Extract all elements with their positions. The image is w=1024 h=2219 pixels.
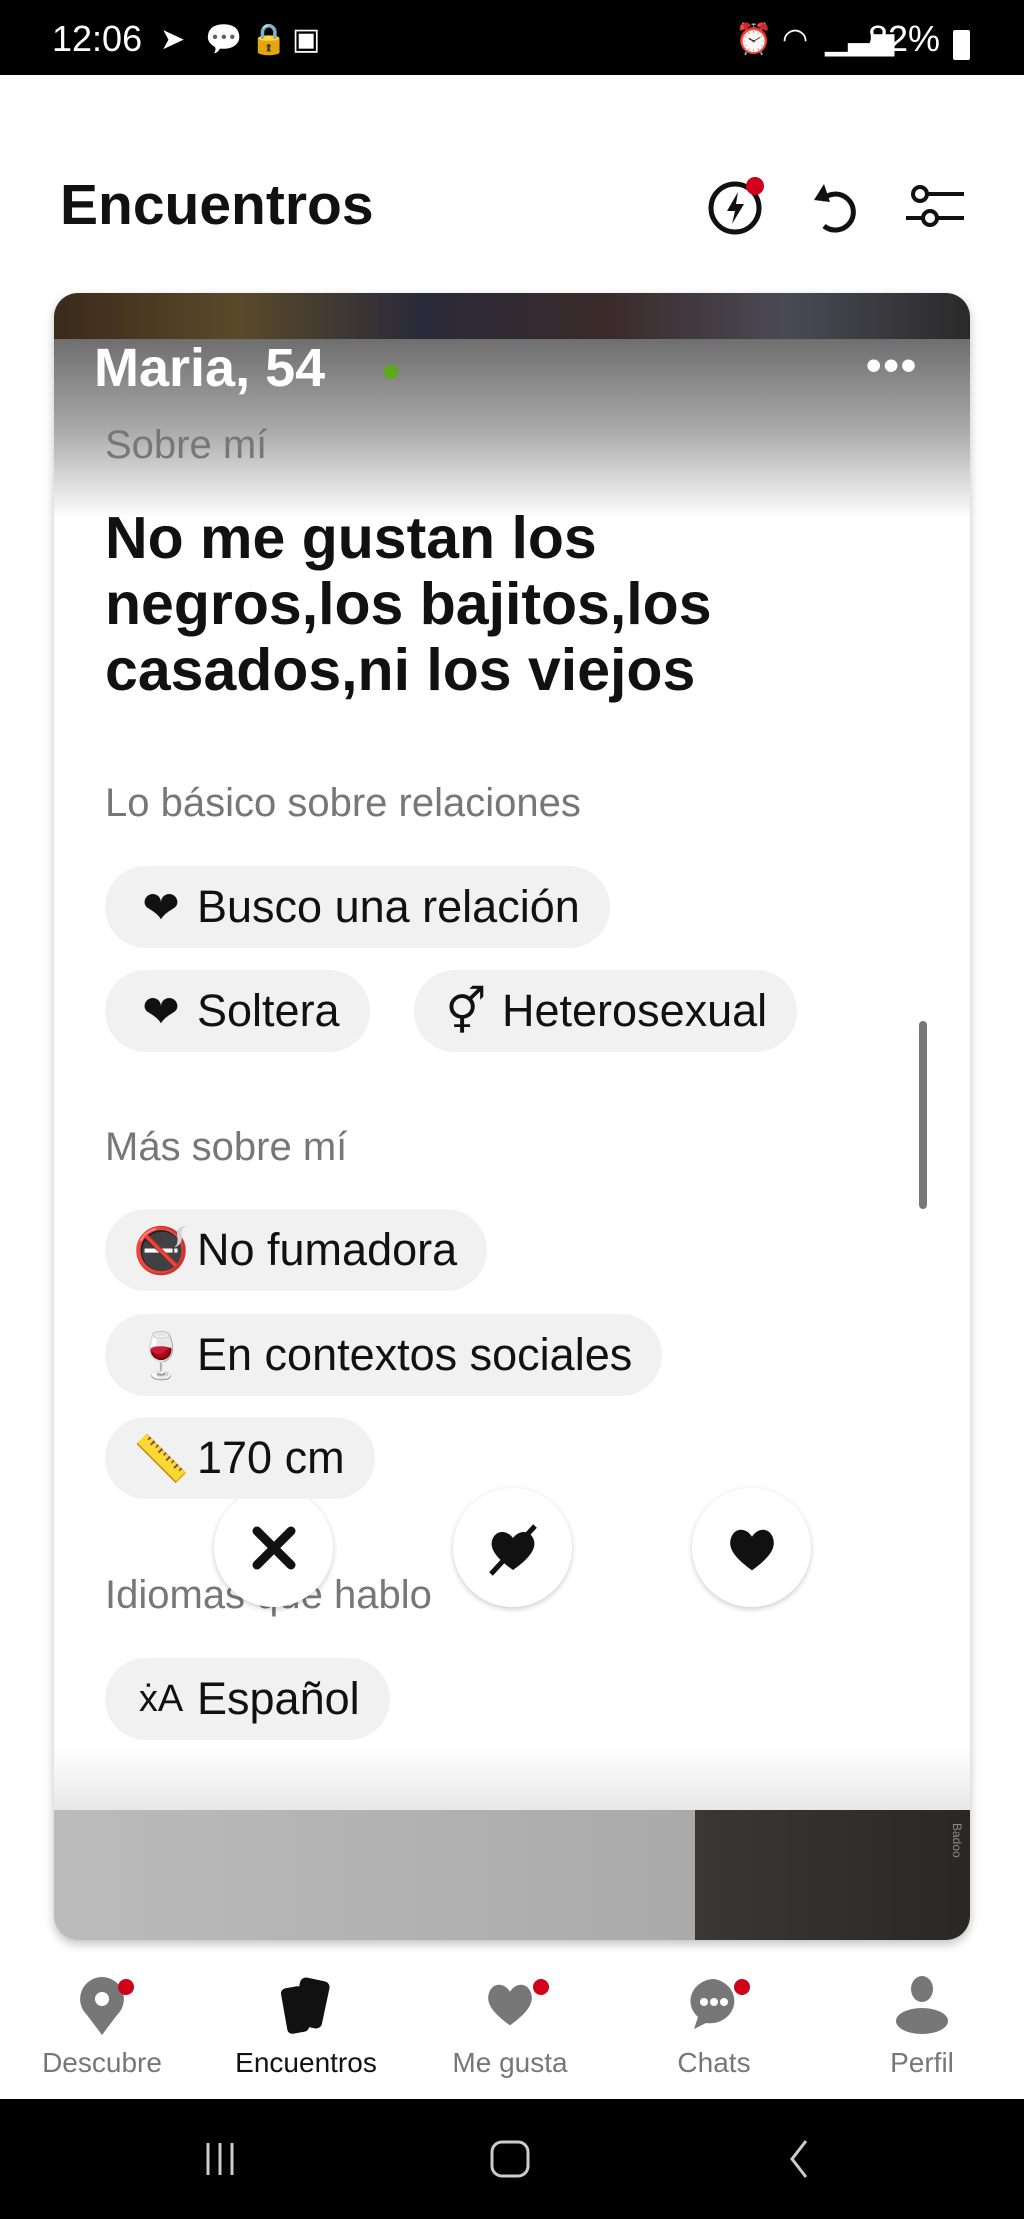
more-about-heading: Más sobre mí — [105, 1125, 348, 1169]
profile-icon — [896, 1976, 948, 2034]
back-icon[interactable] — [784, 2139, 814, 2179]
profile-bio: No me gustan los negros,los bajitos,los … — [105, 505, 712, 703]
heart-icon: ❤ — [142, 985, 180, 1037]
battery-level: 82% — [868, 18, 941, 59]
chip-label: En contextos sociales — [197, 1329, 633, 1380]
message-icon: 💬 — [205, 23, 243, 56]
chip-label: Busco una relación — [197, 881, 580, 932]
relations-heading: Lo básico sobre relaciones — [105, 781, 581, 825]
crush-button[interactable] — [453, 1488, 572, 1607]
nav-label: Encuentros — [235, 2047, 377, 2078]
nav-me-gusta[interactable]: Me gusta — [408, 1975, 612, 2079]
telegram-icon: ➤ — [160, 23, 186, 56]
crush-icon — [488, 1523, 537, 1576]
nav-label: Me gusta — [452, 2047, 568, 2078]
chip-label: Soltera — [197, 985, 340, 1036]
status-bar: 12:06 ➤ 💬 🔒 ▣ ⏰ ◠ ▁▃▅ 82% — [0, 0, 1024, 75]
lock-icon: 🔒 — [250, 23, 288, 56]
chip-smoking: 🚭 No fumadora — [105, 1209, 488, 1291]
no-smoking-icon: 🚭 — [132, 1224, 190, 1276]
page-title: Encuentros — [60, 173, 374, 237]
heart-icon — [729, 1529, 774, 1570]
chip-label: No fumadora — [197, 1224, 458, 1275]
nav-encuentros[interactable]: Encuentros — [204, 1975, 408, 2079]
gallery-icon: ▣ — [292, 23, 321, 56]
wine-glass-icon: 🍷 — [132, 1329, 190, 1381]
home-icon[interactable] — [488, 2139, 532, 2179]
scrollbar[interactable] — [919, 1021, 927, 1209]
chip-label: 170 cm — [197, 1432, 345, 1483]
chip-looking-for: ❤ Busco una relación — [105, 866, 610, 948]
chip-height: 📏 170 cm — [105, 1417, 375, 1499]
chip-orientation: ⚥ Heterosexual — [414, 970, 798, 1052]
nav-chats[interactable]: Chats — [612, 1975, 816, 2079]
nav-descubre[interactable]: Descubre — [0, 1975, 204, 2079]
nav-label: Perfil — [890, 2047, 954, 2078]
nav-perfil[interactable]: Perfil — [820, 1975, 1024, 2079]
recent-apps-icon[interactable] — [200, 2139, 240, 2179]
profile-name-age: Maria, 54 — [94, 338, 326, 398]
filters-icon[interactable] — [902, 174, 966, 238]
gender-icon: ⚥ — [445, 985, 487, 1037]
chip-language: ẋA Español — [105, 1658, 390, 1740]
chip-label: Heterosexual — [502, 985, 768, 1036]
more-options-button[interactable]: ••• — [866, 341, 918, 391]
notification-badge — [118, 1979, 134, 1995]
wifi-icon: ◠ — [782, 23, 809, 56]
online-indicator — [384, 365, 398, 379]
about-heading: Sobre mí — [105, 423, 268, 467]
status-time: 12:06 — [52, 18, 143, 59]
alarm-icon: ⏰ — [735, 23, 773, 56]
battery-icon — [953, 30, 970, 60]
heart-icon: ❤ — [142, 881, 180, 933]
bottom-fade — [54, 1745, 970, 1810]
chip-drinking: 🍷 En contextos sociales — [105, 1314, 663, 1396]
profile-card[interactable]: Maria, 54 ••• Sobre mí No me gustan los … — [54, 293, 970, 1940]
cards-icon — [280, 1977, 330, 2034]
boost-icon[interactable] — [703, 174, 767, 238]
close-icon — [252, 1526, 295, 1569]
ruler-icon: 📏 — [132, 1432, 190, 1484]
heart-icon — [488, 1984, 532, 2026]
profile-photo-next — [54, 1810, 970, 1940]
chip-status: ❤ Soltera — [105, 970, 370, 1052]
notification-badge — [533, 1979, 549, 1995]
notification-badge — [734, 1979, 750, 1995]
undo-icon[interactable] — [802, 174, 866, 238]
watermark: Badoo — [950, 1823, 964, 1858]
dislike-button[interactable] — [214, 1488, 333, 1607]
translate-icon: ẋA — [138, 1677, 184, 1720]
profile-photo — [54, 293, 970, 339]
nav-label: Chats — [677, 2047, 751, 2078]
like-button[interactable] — [692, 1488, 811, 1607]
chip-label: Español — [197, 1673, 360, 1724]
nav-label: Descubre — [42, 2047, 162, 2078]
system-navigation-bar — [0, 2099, 1024, 2219]
